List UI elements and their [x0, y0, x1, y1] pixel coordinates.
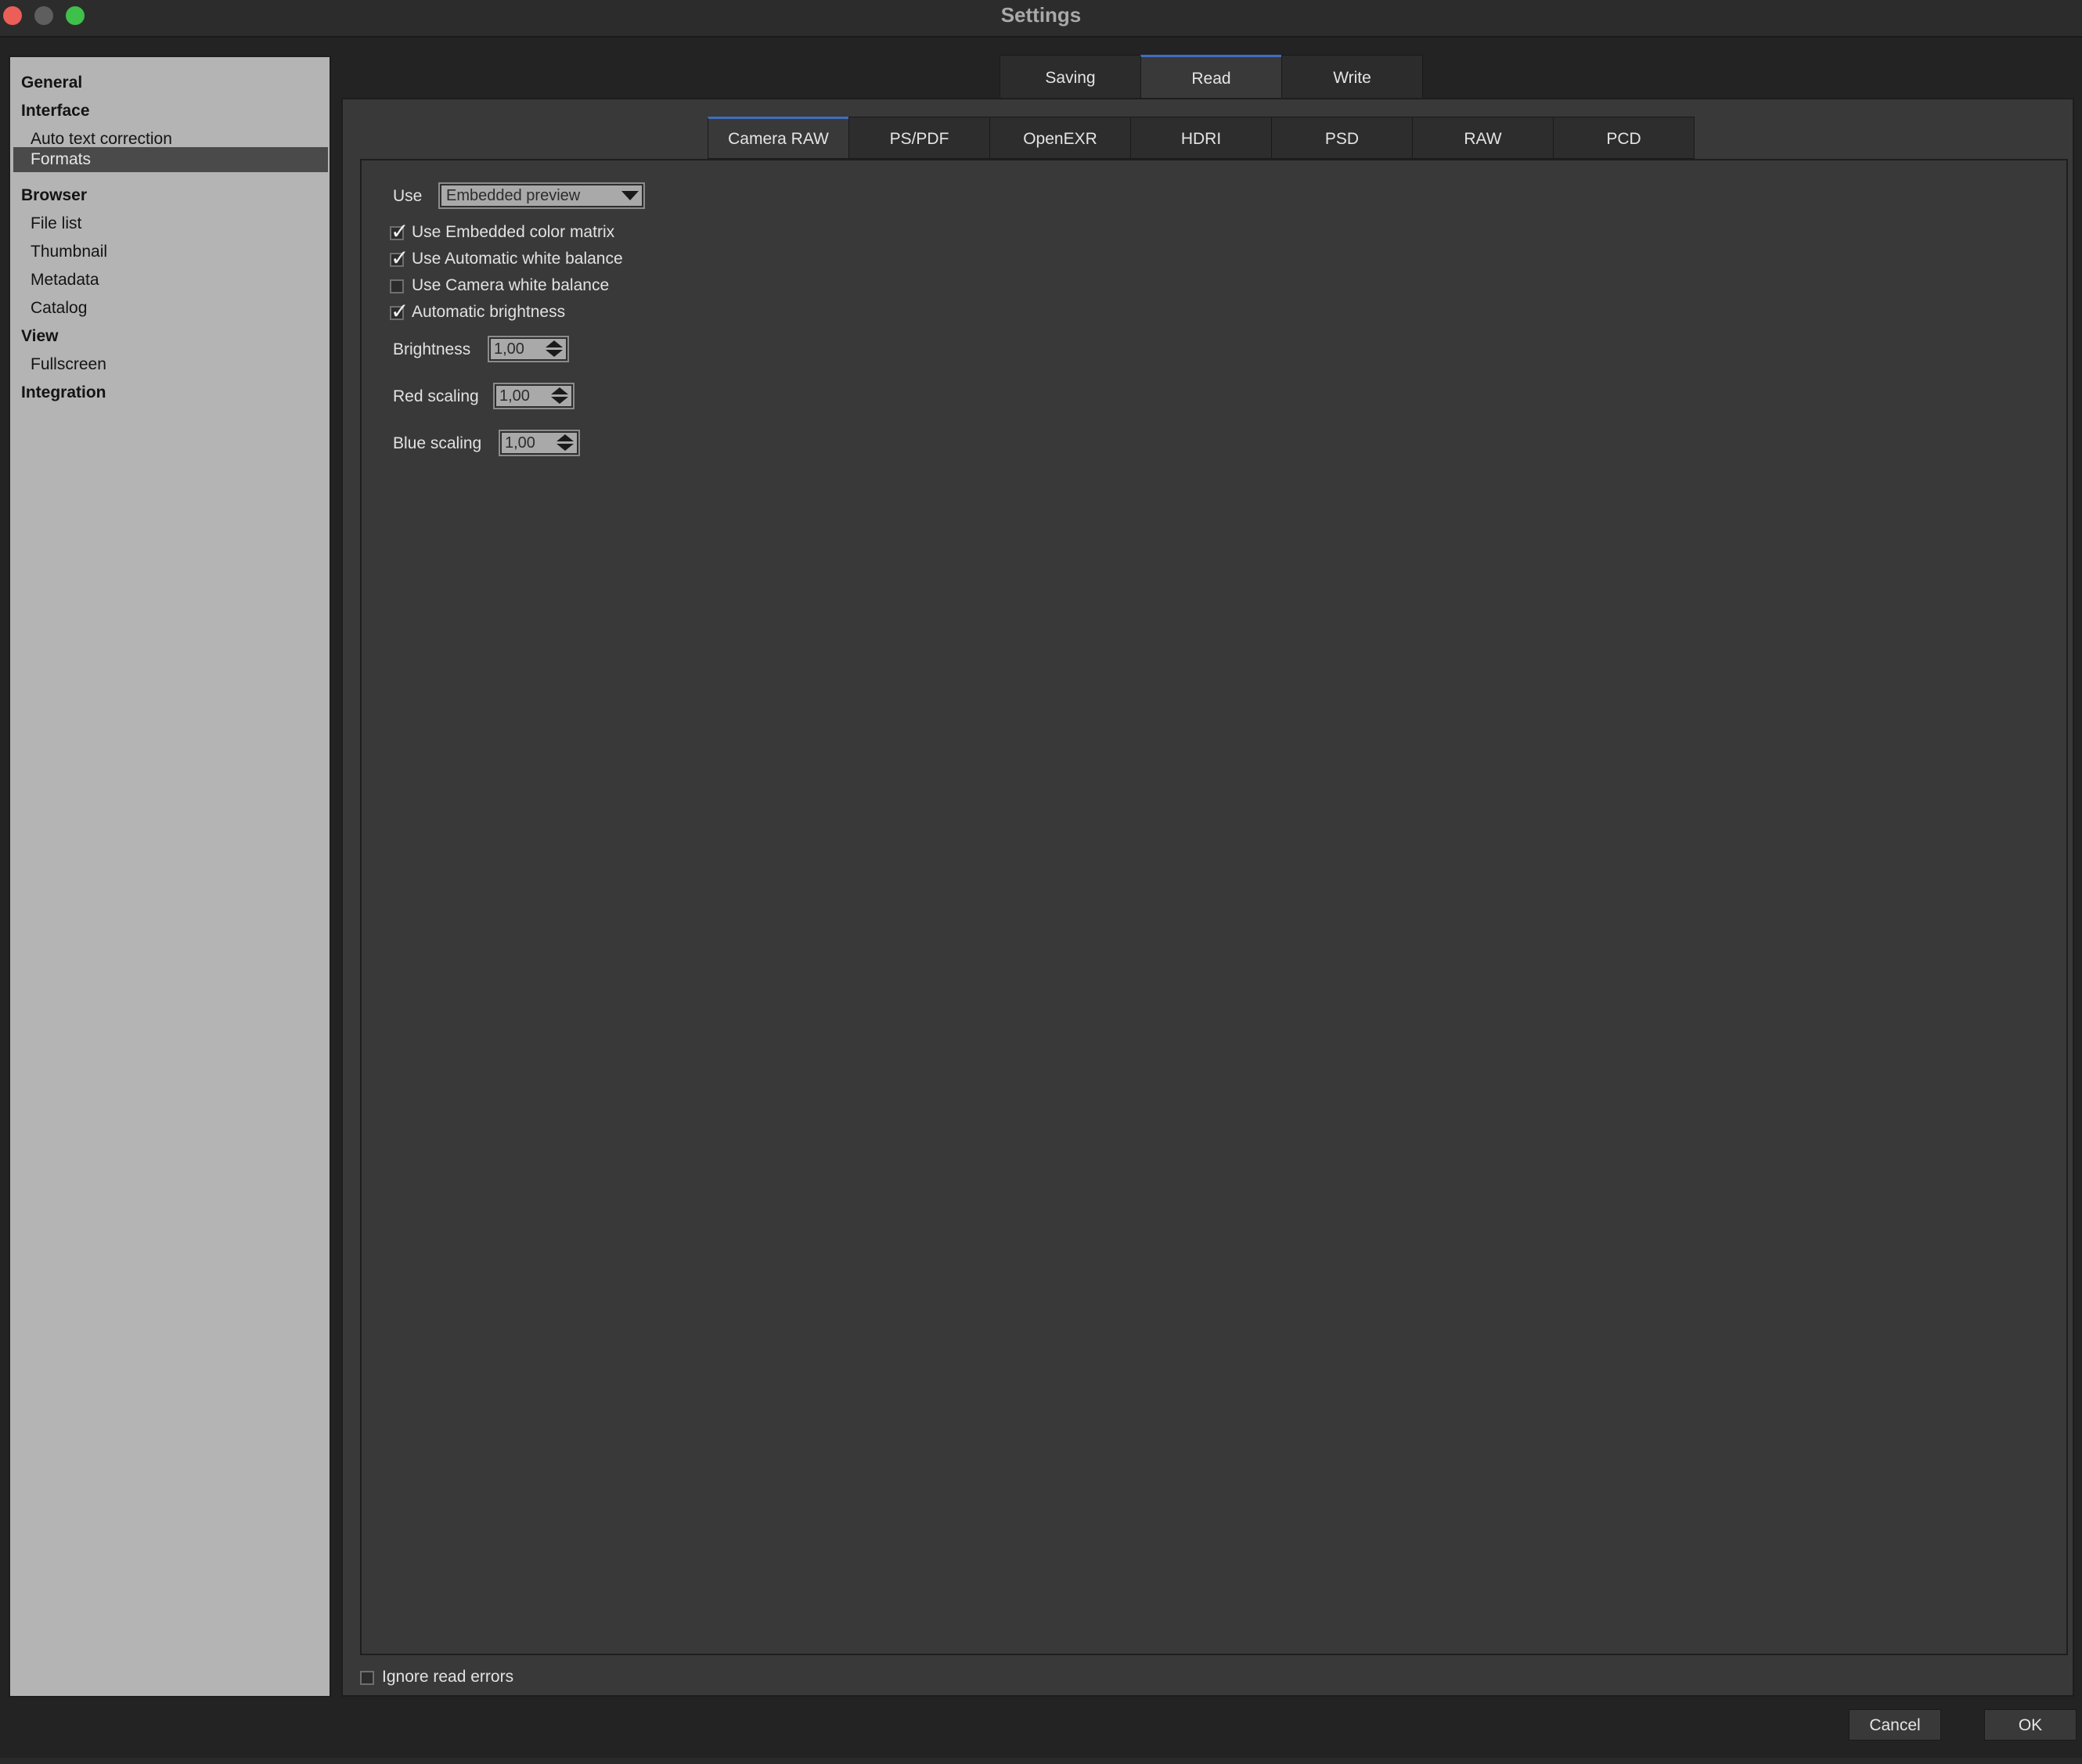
sidebar-item-integration[interactable]: Integration [21, 380, 106, 405]
blue-scaling-value: 1,00 [505, 434, 535, 452]
tab-openexr[interactable]: OpenEXR [989, 117, 1131, 159]
use-dropdown-value: Embedded preview [441, 185, 642, 206]
blue-scaling-label: Blue scaling [393, 434, 482, 452]
blue-scaling-spinbox[interactable]: 1,00 [499, 430, 580, 456]
sidebar-item-interface[interactable]: Interface [21, 99, 90, 124]
use-label: Use [393, 187, 423, 205]
sidebar-item-general[interactable]: General [21, 70, 82, 95]
automatic-brightness-checkbox[interactable]: ✓ [390, 300, 409, 323]
title-bar: Settings [0, 0, 2082, 38]
red-scaling-spinbox-field[interactable]: 1,00 [496, 386, 571, 406]
tab-hdri[interactable]: HDRI [1130, 117, 1272, 159]
ignore-read-errors-label: Ignore read errors [382, 1668, 514, 1686]
chevron-down-icon [621, 191, 639, 200]
spin-arrows-icon[interactable] [551, 387, 568, 405]
tab-psd[interactable]: PSD [1271, 117, 1413, 159]
sidebar: General Interface Auto text correction F… [9, 56, 331, 1697]
arrow-down-icon[interactable] [546, 350, 563, 357]
arrow-up-icon[interactable] [557, 434, 574, 441]
brightness-label: Brightness [393, 340, 471, 358]
brightness-spinbox[interactable]: 1,00 [488, 336, 569, 362]
embedded-color-matrix-label: Use Embedded color matrix [412, 223, 615, 241]
sidebar-item-view[interactable]: View [21, 324, 58, 349]
ok-button[interactable]: OK [1984, 1709, 2077, 1741]
tab-pcd[interactable]: PCD [1553, 117, 1695, 159]
sidebar-item-formats[interactable]: Formats [13, 147, 328, 172]
spin-arrows-icon[interactable] [546, 340, 563, 358]
arrow-up-icon[interactable] [551, 387, 568, 394]
spin-arrows-icon[interactable] [557, 434, 574, 452]
camera-white-balance-label: Use Camera white balance [412, 276, 610, 294]
red-scaling-value: 1,00 [499, 387, 530, 405]
sidebar-item-browser[interactable]: Browser [21, 183, 87, 208]
embedded-color-matrix-checkbox[interactable]: ✓ [390, 220, 409, 243]
camera-raw-panel: Use Embedded preview ✓ Use Embedded colo… [360, 159, 2068, 1655]
red-scaling-spinbox[interactable]: 1,00 [493, 383, 575, 409]
use-dropdown-text: Embedded preview [446, 187, 581, 204]
arrow-down-icon[interactable] [551, 397, 568, 404]
blue-scaling-spinbox-field[interactable]: 1,00 [502, 433, 577, 453]
checkmark-icon: ✓ [391, 299, 409, 323]
brightness-value: 1,00 [494, 340, 524, 358]
automatic-white-balance-label: Use Automatic white balance [412, 250, 623, 268]
tab-write[interactable]: Write [1281, 55, 1423, 99]
ignore-read-errors-checkbox[interactable] [360, 1671, 374, 1685]
settings-window: Settings General Interface Auto text cor… [0, 0, 2082, 1764]
camera-white-balance-checkbox[interactable] [390, 279, 404, 293]
sidebar-item-thumbnail[interactable]: Thumbnail [31, 239, 107, 265]
sidebar-item-file-list[interactable]: File list [31, 211, 81, 236]
tab-ps-pdf[interactable]: PS/PDF [848, 117, 990, 159]
tab-raw[interactable]: RAW [1412, 117, 1554, 159]
tab-read[interactable]: Read [1140, 55, 1282, 99]
use-dropdown[interactable]: Embedded preview [438, 182, 645, 209]
sidebar-item-catalog[interactable]: Catalog [31, 296, 87, 321]
arrow-down-icon[interactable] [557, 444, 574, 451]
red-scaling-label: Red scaling [393, 387, 479, 405]
bottom-edge [0, 1758, 2082, 1764]
sidebar-item-fullscreen[interactable]: Fullscreen [31, 352, 106, 377]
arrow-up-icon[interactable] [546, 340, 563, 347]
automatic-white-balance-checkbox[interactable]: ✓ [390, 247, 409, 270]
tab-saving[interactable]: Saving [1000, 55, 1141, 99]
read-panel: Camera RAW PS/PDF OpenEXR HDRI PSD RAW P… [341, 98, 2074, 1697]
checkmark-icon: ✓ [391, 219, 409, 243]
checkmark-icon: ✓ [391, 246, 409, 270]
window-title: Settings [1000, 3, 1082, 27]
brightness-spinbox-field[interactable]: 1,00 [491, 339, 566, 359]
automatic-brightness-label: Automatic brightness [412, 303, 566, 321]
cancel-button[interactable]: Cancel [1849, 1709, 1941, 1741]
sidebar-item-metadata[interactable]: Metadata [31, 268, 99, 293]
tab-camera-raw[interactable]: Camera RAW [708, 117, 849, 159]
